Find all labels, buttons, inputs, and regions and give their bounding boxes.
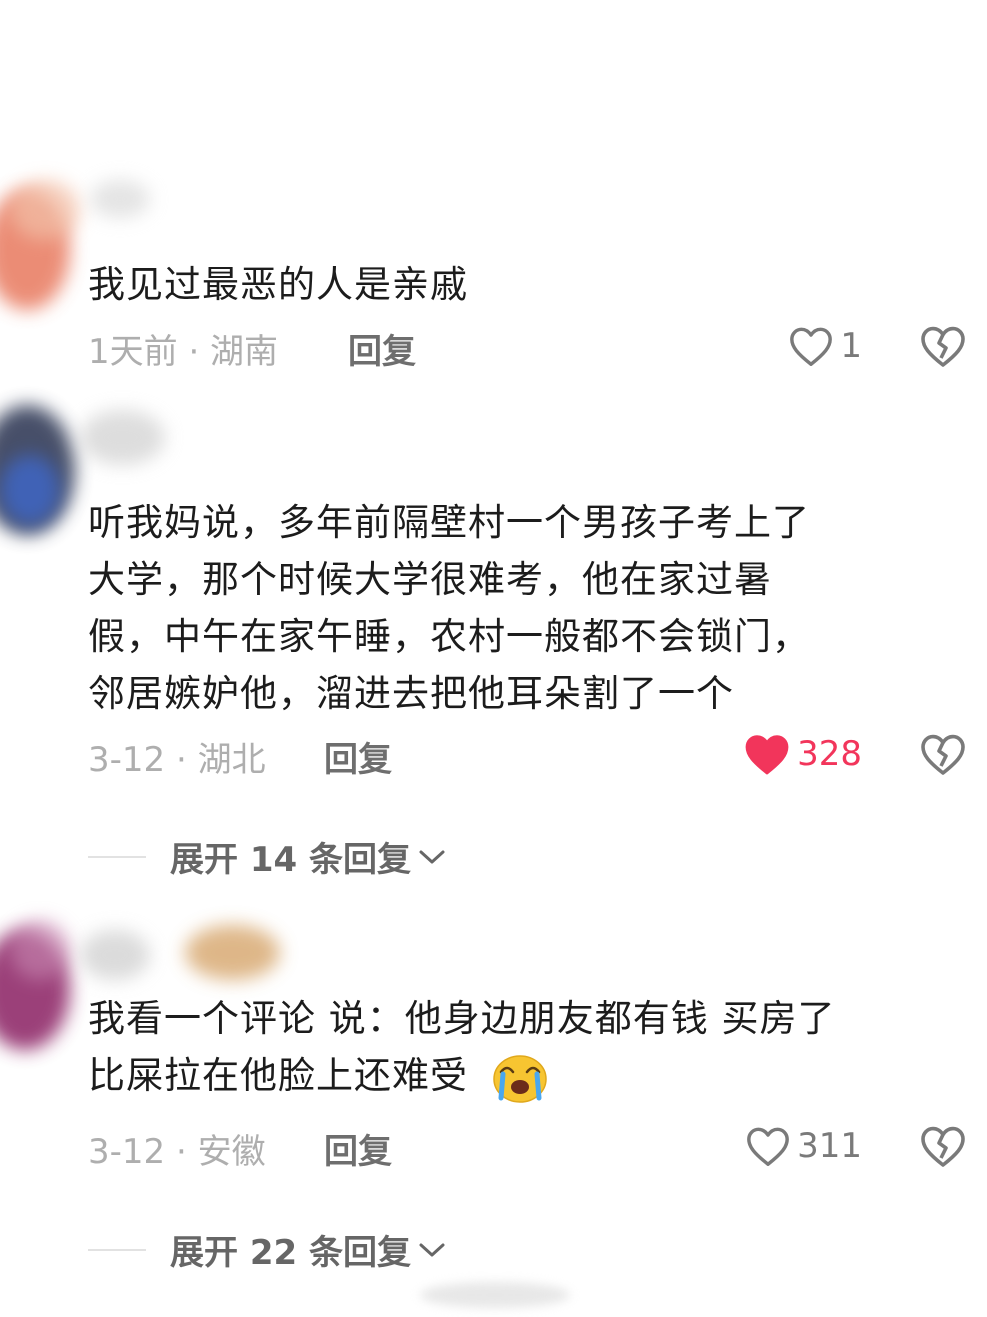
comment-line: 我见过最恶的人是亲戚 <box>88 263 468 306</box>
watermark-blurred <box>420 1282 570 1310</box>
username-blurred[interactable] <box>90 180 150 220</box>
broken-heart-icon[interactable] <box>919 322 967 370</box>
comment-meta: 3-12 · 湖北 <box>88 740 266 780</box>
comment-line: 邻居嫉妒他，溜进去把他耳朵割了一个 <box>88 672 734 715</box>
expand-replies-label: 展开 14 条回复 <box>170 840 411 880</box>
comment-meta: 1天前 · 湖南 <box>88 332 279 372</box>
reply-button[interactable]: 回复 <box>348 324 416 373</box>
chevron-down-icon <box>419 850 445 863</box>
like-count: 1 <box>840 326 862 366</box>
comment-line: 我看一个评论 说：他身边朋友都有钱 买房了 <box>88 997 836 1040</box>
broken-heart-icon[interactable] <box>919 730 967 778</box>
comment-line: 比屎拉在他脸上还难受 <box>88 1047 836 1104</box>
comment-line: 大学，那个时候大学很难考，他在家过暑 <box>88 558 772 601</box>
comment-meta: 3-12 · 安徽 <box>88 1132 266 1172</box>
avatar-blurred[interactable] <box>0 910 90 1060</box>
expand-replies-button[interactable]: 展开 22 条回复 <box>88 1225 447 1274</box>
username-blurred[interactable] <box>80 925 290 985</box>
avatar-blurred[interactable] <box>0 395 90 545</box>
heart-outline-icon <box>790 327 833 366</box>
like-count: 328 <box>797 734 862 774</box>
reply-button[interactable]: 回复 <box>324 732 392 781</box>
like-button[interactable]: 311 <box>745 1122 862 1170</box>
expand-replies-label: 展开 22 条回复 <box>170 1233 411 1273</box>
heart-filled-icon <box>745 735 789 775</box>
like-button[interactable]: 328 <box>743 730 862 778</box>
comment-line-text: 比屎拉在他脸上还难受 <box>88 1054 468 1097</box>
comment-line: 假，中午在家午睡，农村一般都不会锁门， <box>88 615 810 658</box>
divider-line <box>88 855 146 858</box>
broken-heart-icon[interactable] <box>919 1122 967 1170</box>
heart-outline-icon <box>747 1127 789 1166</box>
like-count: 311 <box>797 1126 862 1166</box>
crying-face-emoji <box>493 1054 547 1103</box>
comment-line: 听我妈说，多年前隔壁村一个男孩子考上了 <box>88 501 810 544</box>
reply-button[interactable]: 回复 <box>324 1124 392 1173</box>
divider-line <box>88 1248 146 1251</box>
chevron-down-icon <box>419 1243 445 1256</box>
comment-text: 我见过最恶的人是亲戚 <box>88 256 468 313</box>
comment-text: 我看一个评论 说：他身边朋友都有钱 买房了 比屎拉在他脸上还难受 <box>88 990 836 1104</box>
comment-text: 听我妈说，多年前隔壁村一个男孩子考上了 大学，那个时候大学很难考，他在家过暑 假… <box>88 494 810 722</box>
username-blurred[interactable] <box>80 410 170 470</box>
expand-replies-button[interactable]: 展开 14 条回复 <box>88 832 447 881</box>
avatar-blurred[interactable] <box>0 170 100 320</box>
like-button[interactable]: 1 <box>788 322 862 370</box>
